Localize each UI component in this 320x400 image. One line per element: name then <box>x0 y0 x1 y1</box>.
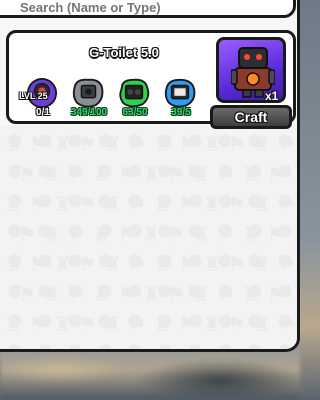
requirement-count: 349/100 <box>70 107 108 118</box>
requirement-count: 39/5 <box>171 107 191 118</box>
requirement-green-unit: 63/50 <box>115 75 153 123</box>
craft-item-card: G-Toilet 5.0 LVL 25 0/1 349/100 63/50 39… <box>6 30 296 129</box>
camera-unit-icon <box>72 78 104 108</box>
background-pattern: ♜ ⚑ ♜ ⚑ ♜ ⚑ ♜ ⚑ ♜ ⚑ ♜ ⚑ ♜ ⚑ ♜ ⚑ ♜ ⚑ ♜ ⚑ … <box>0 126 297 349</box>
requirement-gray-unit: 349/100 <box>69 75 107 123</box>
requirement-blue-unit: 39/5 <box>161 75 199 123</box>
craft-panel: ♜ ⚑ ♜ ⚑ ♜ ⚑ ♜ ⚑ ♜ ⚑ ♜ ⚑ ♜ ⚑ ♜ ⚑ ♜ ⚑ ♜ ⚑ … <box>0 0 300 352</box>
search-bar[interactable] <box>0 0 296 18</box>
level-badge: LVL 25 <box>19 91 48 101</box>
requirement-count: 63/50 <box>122 107 148 118</box>
speaker-unit-icon <box>119 78 150 108</box>
search-input[interactable] <box>20 0 280 15</box>
craft-button[interactable]: Craft <box>210 105 292 129</box>
item-title: G-Toilet 5.0 <box>89 45 159 60</box>
requirement-count: 0/1 <box>36 107 50 118</box>
tv-unit-icon <box>164 78 196 108</box>
result-quantity: x1 <box>265 89 279 103</box>
requirement-level: LVL 25 0/1 <box>19 75 61 123</box>
